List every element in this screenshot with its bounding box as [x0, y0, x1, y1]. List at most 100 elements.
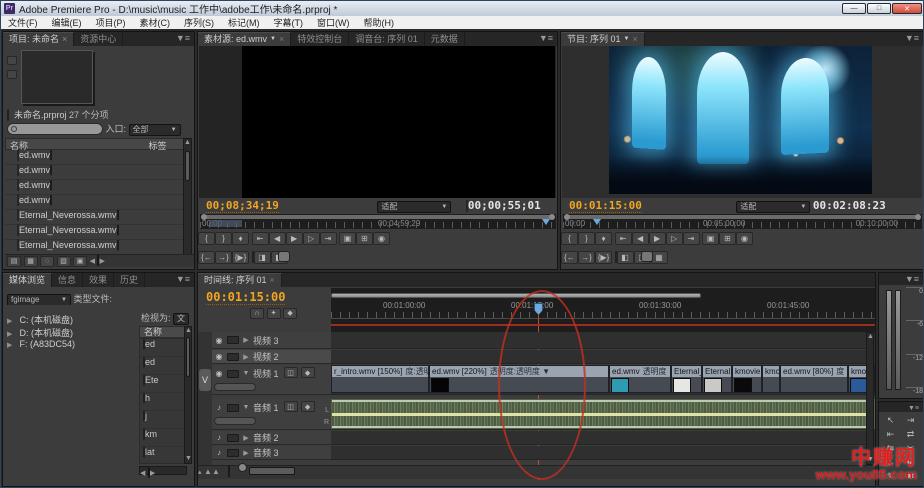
project-item-row[interactable]: ed.wmv [5, 180, 188, 195]
file-row[interactable]: lat [140, 447, 186, 464]
edit-button[interactable]: ◧ [617, 251, 634, 264]
label-chip[interactable] [50, 150, 52, 161]
search-input[interactable] [7, 123, 103, 135]
track-lane-audio2[interactable] [331, 431, 875, 445]
title-bar[interactable]: Pr Adobe Premiere Pro - D:\music\music 工… [1, 1, 924, 16]
track-lane-video1[interactable]: r_intro.wmv [150%] 度:透明度 ▼ ed.wmv [220%]… [331, 365, 875, 395]
tab-audio-mixer[interactable]: 调音台: 序列 01 [349, 32, 425, 46]
tab-project[interactable]: 项目: 未命名 × [3, 32, 74, 46]
clip-fx-label[interactable]: 度:透明度 ▼ [405, 366, 428, 377]
label-chip[interactable] [50, 194, 52, 206]
browser-vscroll[interactable]: ▲ ▼ [184, 326, 192, 464]
tool-button[interactable]: ⇋ [881, 442, 900, 455]
track-lock-toggle[interactable] [227, 370, 239, 378]
file-row[interactable]: Ete [140, 375, 186, 393]
project-tool-button[interactable]: ◌ [40, 256, 54, 267]
timeline-option-button[interactable]: ∩ [250, 308, 264, 319]
timeline-option-button[interactable]: ✦ [267, 308, 281, 319]
menu-item[interactable]: 序列(S) [177, 16, 221, 29]
scroll-right-icon[interactable]: ▶ [150, 470, 155, 477]
timeline-video-clip[interactable]: kmovie.. [732, 365, 762, 393]
program-time-ruler[interactable]: 00:00 00:05:00:00 00:10:00:00 [563, 214, 922, 229]
tool-button[interactable]: ✂ [901, 442, 920, 455]
tool-button[interactable]: ⇹ [901, 456, 920, 469]
work-area-bar[interactable] [331, 293, 701, 298]
video-target-badge[interactable]: V [199, 369, 211, 391]
display-style-button[interactable]: ◫ [284, 401, 298, 412]
menu-item[interactable]: 文件(F) [1, 16, 45, 29]
expand-track-icon[interactable]: ▶ [242, 336, 250, 344]
toggle-track-audio-icon[interactable]: ♪ [214, 433, 224, 442]
marker-button[interactable]: { [198, 232, 215, 245]
timeline-audio-clip[interactable] [331, 399, 875, 429]
marker-button[interactable]: { [561, 232, 578, 245]
panel-menu-icon[interactable]: ▼≡ [901, 273, 923, 285]
tool-button[interactable]: ⇄ [901, 428, 920, 441]
source-current-timecode[interactable]: 00;08;34;19 [206, 199, 279, 213]
monitor-extra-button[interactable]: ⊞ [719, 232, 736, 245]
project-item-row[interactable]: ed.wmv [5, 165, 188, 180]
menu-item[interactable]: 窗口(W) [310, 16, 357, 29]
browser-source-select[interactable]: fgimage ▼ [7, 294, 71, 306]
show-keyframes-button[interactable]: ◆ [301, 367, 315, 378]
menu-item[interactable]: 帮助(H) [357, 16, 402, 29]
track-pill[interactable] [214, 383, 256, 391]
transport-button[interactable]: ▶ [649, 232, 666, 245]
transport-button[interactable]: ⇥ [320, 232, 337, 245]
panel-menu-icon[interactable]: ▼≡ [172, 32, 194, 46]
zoom-in-icon[interactable]: ▲▲ [204, 467, 220, 476]
project-tool-button[interactable]: ▤ [7, 256, 21, 267]
inout-nav-button[interactable]: {▶} [232, 251, 249, 264]
monitor-extra-button[interactable]: ⊞ [356, 232, 373, 245]
toggle-track-output-icon[interactable]: ◉ [214, 352, 224, 361]
label-chip[interactable] [50, 164, 52, 176]
monitor-extra-button[interactable]: ▣ [339, 232, 356, 245]
timeline-option-button[interactable]: ◆ [283, 308, 297, 319]
scroll-down-icon[interactable]: ▼ [185, 455, 191, 463]
timeline-video-clip[interactable]: r_intro.wmv [150%] 度:透明度 ▼ [331, 365, 429, 393]
tab-metadata[interactable]: 元数据 [425, 32, 465, 46]
zoom-out-icon[interactable]: ▴ [198, 469, 202, 476]
tool-button[interactable]: ↖ [881, 414, 900, 427]
project-item-row[interactable]: Eternal_Neverossa.wmv [5, 210, 188, 225]
track-lane-audio1[interactable] [331, 399, 875, 430]
project-scrollbar[interactable]: ▲ [183, 138, 192, 256]
expand-track-icon[interactable]: ▶ [242, 449, 250, 457]
track-header-audio3[interactable]: ♪ ▶ 音频 3 [212, 446, 331, 460]
tab-timeline[interactable]: 时间线: 序列 01 × [198, 273, 282, 287]
panel-menu-icon[interactable]: ▼≡ [904, 402, 923, 412]
clip-fx-label[interactable]: 度 ▼ [836, 366, 847, 377]
expand-track-icon[interactable]: ▶ [242, 434, 250, 442]
tool-button[interactable]: ⇥ [901, 414, 920, 427]
inout-nav-button[interactable]: {▶} [595, 251, 612, 264]
file-row[interactable]: h [140, 393, 186, 411]
track-lane-video3[interactable] [331, 332, 875, 349]
edit-button[interactable]: ▦ [651, 251, 668, 264]
program-current-timecode[interactable]: 00:01:15:00 [569, 199, 642, 213]
label-chip[interactable] [117, 239, 119, 251]
timeline-vscroll[interactable]: ▲ ▼ [866, 332, 874, 465]
track-lane-audio3[interactable] [331, 446, 875, 460]
program-zoom-select[interactable]: 适配 ▼ [736, 201, 810, 213]
project-tool-button[interactable]: ▧ [57, 256, 71, 267]
tab-resource-center[interactable]: 资源中心 [74, 32, 123, 46]
project-list-header[interactable]: 名称 标签 [5, 138, 188, 150]
edit-button[interactable]: ◨ [254, 251, 271, 264]
collapse-track-icon[interactable]: ▼ [242, 370, 250, 377]
zoom-slider-thumb[interactable] [238, 463, 247, 472]
entry-select[interactable]: 全部 ▼ [129, 124, 181, 136]
expand-track-icon[interactable]: ▶ [242, 353, 250, 361]
transport-button[interactable]: ▶ [286, 232, 303, 245]
track-pill[interactable] [214, 417, 256, 425]
project-tool-button[interactable]: ▦ [24, 256, 38, 267]
timeline-video-clip[interactable]: ed.wmv [80%] 度 ▼ [780, 365, 848, 393]
track-lock-toggle[interactable] [227, 353, 239, 361]
transport-button[interactable]: ▷ [666, 232, 683, 245]
transport-button[interactable]: ⇤ [615, 232, 632, 245]
tool-button[interactable]: ⇤ [881, 428, 900, 441]
chevron-down-icon[interactable]: ▼ [624, 33, 630, 46]
marker-button[interactable]: ♦ [595, 232, 612, 245]
track-header-video2[interactable]: ◉ ▶ 视频 2 [212, 350, 331, 364]
marker-button[interactable]: ♦ [232, 232, 249, 245]
panel-menu-icon[interactable]: ▼≡ [901, 32, 923, 46]
